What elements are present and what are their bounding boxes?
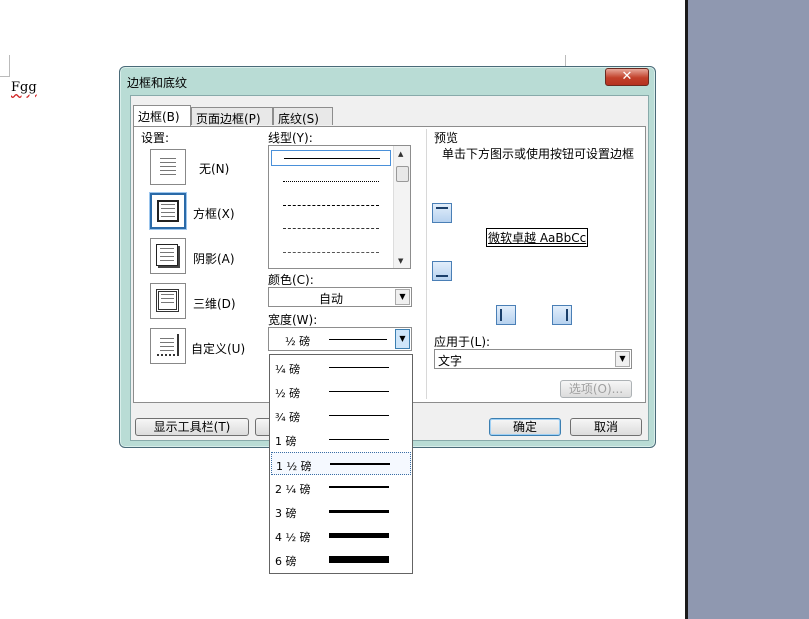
- setting-none-label[interactable]: 无(N): [199, 160, 229, 177]
- line-style-label: 线型(Y):: [268, 131, 313, 145]
- preview-sample: 微软卓越 AaBbCc: [486, 228, 589, 247]
- line-style-dashed-short[interactable]: [283, 205, 379, 206]
- preview-label: 预览: [434, 131, 459, 145]
- setting-shadow-icon[interactable]: [150, 238, 186, 274]
- options-button[interactable]: 选项(O)...: [560, 380, 632, 398]
- width-select[interactable]: ½ 磅 ▼: [268, 327, 412, 351]
- width-option[interactable]: 2 ¼ 磅: [271, 476, 411, 499]
- width-option[interactable]: 3 磅: [271, 500, 411, 523]
- dialog-title: 边框和底纹: [127, 76, 188, 90]
- setting-3d-icon[interactable]: [150, 283, 186, 319]
- apply-to-select[interactable]: 文字 ▼: [434, 349, 632, 369]
- width-label: 宽度(W):: [268, 313, 318, 327]
- setting-custom-icon[interactable]: [150, 328, 186, 364]
- width-option-label: 1 ½ 磅: [276, 460, 312, 473]
- setting-3d-label[interactable]: 三维(D): [193, 295, 236, 312]
- cancel-button[interactable]: 取消: [570, 418, 642, 436]
- chevron-down-icon[interactable]: ▼: [615, 351, 630, 367]
- scroll-up-icon[interactable]: ▲: [398, 150, 403, 158]
- setting-box-label[interactable]: 方框(X): [193, 205, 235, 222]
- width-option[interactable]: ¼ 磅: [271, 356, 411, 379]
- setting-custom-label[interactable]: 自定义(U): [191, 340, 245, 357]
- width-option-label: 2 ¼ 磅: [275, 483, 311, 496]
- line-style-dash-dot[interactable]: [283, 252, 379, 253]
- width-option-line: [329, 486, 389, 488]
- width-option-line: [329, 367, 389, 368]
- tab-borders[interactable]: 边框(B): [133, 105, 191, 126]
- line-style-solid[interactable]: [271, 150, 391, 166]
- workspace-background: [688, 0, 809, 619]
- settings-label: 设置:: [141, 131, 170, 145]
- setting-box-icon[interactable]: [150, 193, 186, 229]
- setting-none-icon[interactable]: [150, 149, 186, 185]
- width-option[interactable]: 4 ½ 磅: [271, 524, 411, 547]
- close-icon: ✕: [621, 69, 633, 84]
- width-option-line: [329, 510, 389, 513]
- width-option-line: [329, 533, 389, 538]
- line-style-list[interactable]: ▲ ▼: [268, 145, 411, 269]
- width-value-line: [329, 339, 387, 340]
- line-style-scrollbar[interactable]: ▲ ▼: [393, 146, 410, 268]
- scroll-down-icon[interactable]: ▼: [398, 257, 403, 265]
- line-style-dotted[interactable]: [283, 181, 379, 182]
- apply-to-value: 文字: [438, 354, 463, 368]
- width-option-line: [329, 391, 389, 392]
- top-border-icon[interactable]: [432, 203, 452, 223]
- scroll-thumb[interactable]: [396, 166, 409, 182]
- width-option-label: ½ 磅: [275, 387, 301, 400]
- width-option[interactable]: 1 ½ 磅: [271, 452, 411, 475]
- color-select[interactable]: 自动 ▼: [268, 287, 412, 307]
- document-text: Fgg: [11, 80, 37, 95]
- preview-hint: 单击下方图示或使用按钮可设置边框: [442, 147, 635, 161]
- apply-to-label: 应用于(L):: [434, 335, 491, 349]
- show-toolbar-button[interactable]: 显示工具栏(T): [135, 418, 249, 436]
- width-option-label: ¾ 磅: [275, 411, 301, 424]
- line-style-dashed[interactable]: [283, 228, 379, 229]
- width-option[interactable]: ½ 磅: [271, 380, 411, 403]
- width-dropdown-list[interactable]: ¼ 磅 ½ 磅 ¾ 磅 1 磅 1 ½ 磅 2 ¼ 磅 3 磅 4 ½ 磅 6 磅: [269, 354, 413, 574]
- color-label: 颜色(C):: [268, 273, 314, 287]
- width-value: ½ 磅: [285, 335, 311, 348]
- close-button[interactable]: ✕: [605, 68, 649, 86]
- bottom-border-icon[interactable]: [432, 261, 452, 281]
- width-option-label: 3 磅: [275, 507, 297, 520]
- width-option-line: [329, 556, 389, 563]
- width-option[interactable]: ¾ 磅: [271, 404, 411, 427]
- width-option-label: 6 磅: [275, 555, 297, 568]
- chevron-down-icon[interactable]: ▼: [395, 329, 410, 349]
- width-option-label: 1 磅: [275, 435, 297, 448]
- width-option[interactable]: 1 磅: [271, 428, 411, 451]
- width-option-label: 4 ½ 磅: [275, 531, 311, 544]
- width-option-line: [330, 463, 390, 465]
- right-border-icon[interactable]: [552, 305, 572, 325]
- color-value: 自动: [319, 292, 344, 306]
- chevron-down-icon[interactable]: ▼: [395, 289, 410, 305]
- tab-page-border[interactable]: 页面边框(P): [191, 107, 273, 126]
- width-option-label: ¼ 磅: [275, 363, 301, 376]
- dialog-titlebar[interactable]: 边框和底纹 ✕: [120, 67, 655, 95]
- tab-shading[interactable]: 底纹(S): [273, 107, 333, 126]
- width-option[interactable]: 6 磅: [271, 548, 411, 571]
- width-option-line: [329, 415, 389, 416]
- width-option-line: [329, 439, 389, 440]
- setting-shadow-label[interactable]: 阴影(A): [193, 250, 235, 267]
- ok-button[interactable]: 确定: [489, 418, 561, 436]
- margin-corner-mark: [0, 55, 10, 77]
- column-divider: [426, 129, 427, 399]
- left-border-icon[interactable]: [496, 305, 516, 325]
